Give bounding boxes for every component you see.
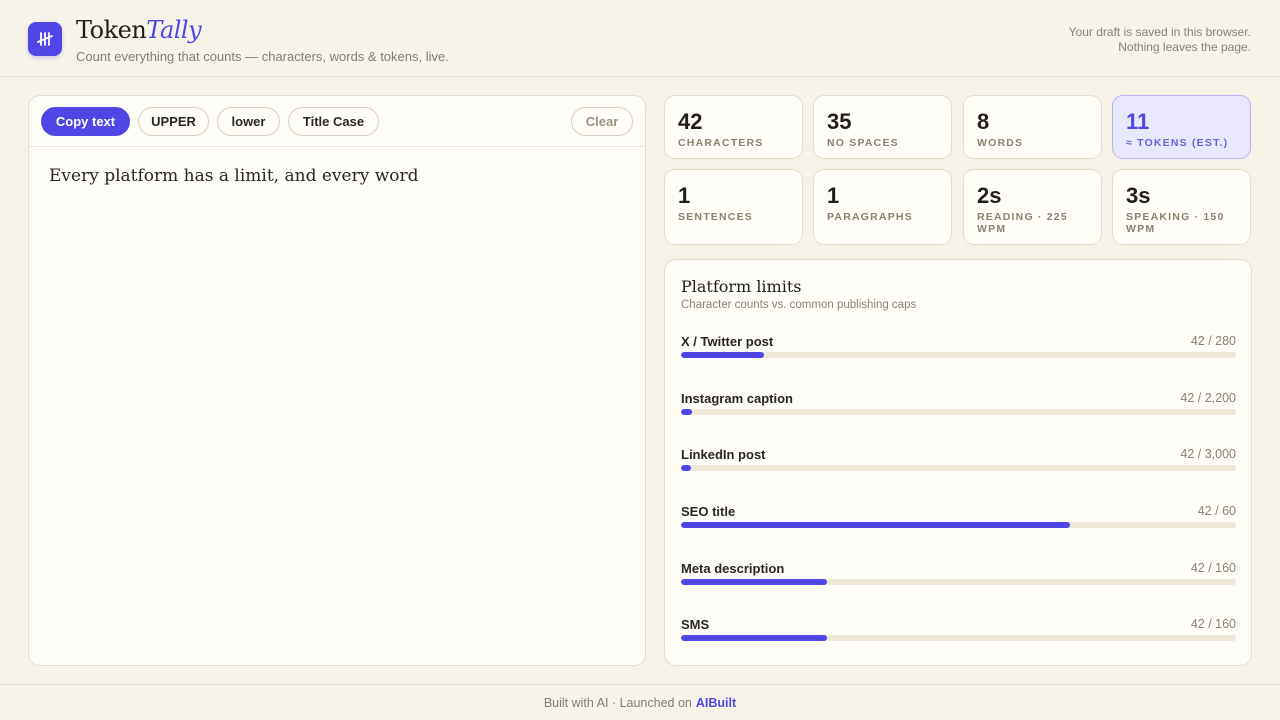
stat-no-spaces: 35 NO SPACES [813,95,952,159]
stat-sentences: 1 SENTENCES [664,169,803,245]
stat-label: READING · 225 WPM [977,211,1068,235]
stat-value: 1 [827,183,840,208]
limit-count: 42 / 160 [1190,617,1236,631]
text-editor[interactable]: Every platform has a limit, and every wo… [49,166,624,186]
stat-value: 3s [1126,183,1151,208]
tally-marks-icon [28,22,62,56]
footer: Built with AI · Launched on AIBuilt [0,684,1280,720]
brand-main: Token [76,16,147,44]
limit-count: 42 / 280 [1190,334,1236,348]
brand-title: TokenTally [76,16,202,44]
limit-track [681,579,1236,585]
limit-count: 42 / 160 [1190,561,1236,575]
limit-row-linkedin: LinkedIn post 42 / 3,000 [681,447,1236,477]
limit-track [681,522,1236,528]
footer-text: Built with AI · Launched on [543,695,692,710]
limit-row-meta-description: Meta description 42 / 160 [681,561,1236,591]
stat-label: NO SPACES [827,137,899,149]
stat-label: PARAGRAPHS [827,211,913,223]
limits-subtitle: Character counts vs. common publishing c… [681,299,917,311]
limit-name: Instagram caption [681,391,793,406]
aibuilt-link[interactable]: AIBuilt [696,696,736,710]
limit-fill [681,465,691,471]
stat-label: WORDS [977,137,1024,149]
stat-value: 8 [977,109,990,134]
stat-paragraphs: 1 PARAGRAPHS [813,169,952,245]
limit-fill [681,409,692,415]
limit-row-instagram: Instagram caption 42 / 2,200 [681,391,1236,421]
draft-note-line2: Nothing leaves the page. [1118,40,1251,54]
stat-value: 42 [678,109,703,134]
stat-value: 11 [1126,109,1150,134]
limit-fill [681,635,827,641]
limit-track [681,352,1236,358]
stat-reading-time: 2s READING · 225 WPM [963,169,1102,245]
uppercase-button[interactable]: UPPER [138,107,209,136]
limit-track [681,635,1236,641]
draft-note: Your draft is saved in this browser. Not… [1069,25,1251,55]
limit-fill [681,522,1070,528]
stat-label: SPEAKING · 150 WPM [1126,211,1225,235]
platform-limits-panel: Platform limits Character counts vs. com… [664,259,1252,666]
limit-count: 42 / 60 [1197,504,1236,518]
stat-characters: 42 CHARACTERS [664,95,803,159]
stat-label: CHARACTERS [678,137,764,149]
limit-count: 42 / 2,200 [1180,391,1236,405]
limit-fill [681,579,827,585]
limits-title: Platform limits [681,277,802,296]
brand-accent: Tally [146,16,202,44]
limit-count: 42 / 3,000 [1180,447,1236,461]
limit-track [681,409,1236,415]
clear-button[interactable]: Clear [571,107,633,136]
limit-name: LinkedIn post [681,447,766,462]
stat-label: SENTENCES [678,211,753,223]
copy-text-button[interactable]: Copy text [41,107,130,136]
stat-words: 8 WORDS [963,95,1102,159]
editor-panel: Copy text UPPER lower Title Case Clear E… [28,95,646,666]
limit-name: Meta description [681,561,785,576]
tagline: Count everything that counts — character… [76,49,449,64]
stat-label: ≈ TOKENS (EST.) [1126,137,1229,149]
stat-speaking-time: 3s SPEAKING · 150 WPM [1112,169,1251,245]
app-header: TokenTally Count everything that counts … [0,0,1280,77]
limit-row-twitter: X / Twitter post 42 / 280 [681,334,1236,364]
stat-value: 1 [678,183,691,208]
stat-value: 2s [977,183,1002,208]
editor-toolbar: Copy text UPPER lower Title Case Clear [29,96,645,147]
lowercase-button[interactable]: lower [217,107,280,136]
stat-value: 35 [827,109,852,134]
limit-track [681,465,1236,471]
title-case-button[interactable]: Title Case [288,107,379,136]
draft-note-line1: Your draft is saved in this browser. [1068,25,1251,39]
limit-row-seo-title: SEO title 42 / 60 [681,504,1236,534]
limit-fill [681,352,765,358]
limit-name: SEO title [681,504,736,519]
limit-row-sms: SMS 42 / 160 [681,617,1236,647]
limit-name: SMS [681,617,710,632]
stat-tokens: 11 ≈ TOKENS (EST.) [1112,95,1251,159]
limit-name: X / Twitter post [681,334,774,349]
